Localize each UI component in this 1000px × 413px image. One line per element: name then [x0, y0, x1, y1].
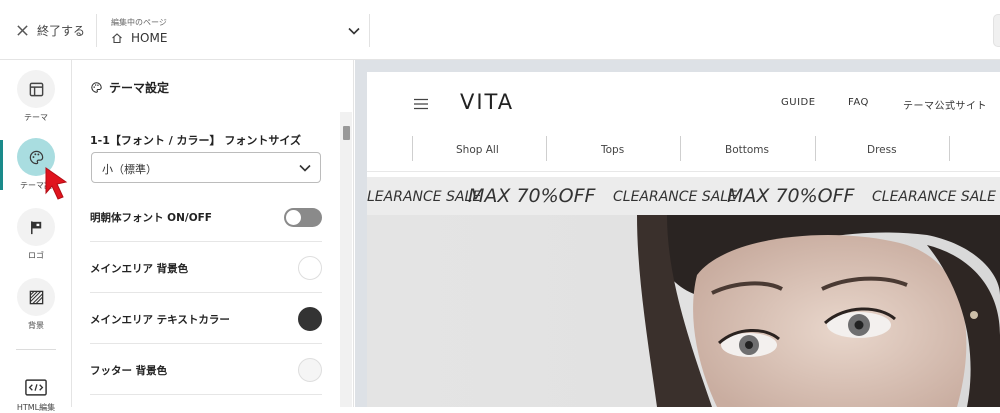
site-logo[interactable]: VITA	[460, 90, 514, 114]
exit-button[interactable]: 終了する	[16, 18, 85, 42]
rail-item-background[interactable]: 背景	[0, 278, 72, 331]
category-divider	[412, 136, 413, 161]
home-icon	[112, 33, 122, 44]
setting-label: メインエリア テキストカラー	[90, 314, 230, 326]
nav-link-faq[interactable]: FAQ	[848, 97, 869, 108]
palette-icon	[91, 82, 102, 93]
page-selector[interactable]: 編集中のページ HOME	[111, 15, 361, 47]
toggle-knob	[286, 210, 301, 225]
rail-label: テーマ	[24, 113, 48, 122]
preview-toggle-button[interactable]	[993, 14, 1000, 47]
category-tops[interactable]: Tops	[601, 144, 624, 156]
rail-item-logo[interactable]: ロゴ	[0, 208, 72, 261]
exit-label: 終了する	[37, 23, 86, 38]
chevron-down-icon	[299, 164, 311, 172]
banner-small-text: CLEARANCE SALE	[872, 189, 996, 205]
setting-row-main-bg-color: メインエリア 背景色	[90, 242, 322, 293]
category-bottoms[interactable]: Bottoms	[725, 144, 769, 156]
top-bar: 終了する 編集中のページ HOME	[0, 0, 1000, 60]
site-preview: VITA GUIDE FAQ テーマ公式サイト Shop All Tops Bo…	[367, 72, 1000, 407]
setting-label: メインエリア 背景色	[90, 263, 189, 275]
category-shop-all[interactable]: Shop All	[456, 144, 499, 156]
theme-settings-panel: テーマ設定 1-1【フォント / カラー】 フォントサイズ 小（標準） 明朝体フ…	[72, 60, 354, 407]
page-selector-value: HOME	[131, 31, 168, 45]
texture-icon	[29, 290, 43, 304]
mincho-font-toggle[interactable]	[284, 208, 322, 227]
setting-row-mincho-font: 明朝体フォント ON/OFF	[90, 191, 322, 242]
layout-icon	[29, 82, 43, 96]
panel-title-text: テーマ設定	[109, 81, 170, 95]
panel-title: テーマ設定	[90, 79, 169, 96]
divider	[369, 14, 370, 47]
font-size-select-value: 小（標準）	[102, 163, 157, 176]
category-dress[interactable]: Dress	[867, 144, 897, 156]
nav-link-guide[interactable]: GUIDE	[781, 97, 816, 108]
divider	[96, 14, 97, 47]
main-text-color-swatch[interactable]	[298, 307, 322, 331]
icon-rail: テーマ テーマ設 ロゴ 背景 HTML編集	[0, 60, 72, 412]
category-divider	[546, 136, 547, 161]
code-icon	[25, 378, 47, 396]
category-divider	[949, 136, 950, 161]
category-divider	[680, 136, 681, 161]
page-selector-caption: 編集中のページ	[111, 18, 167, 27]
close-icon	[17, 24, 28, 36]
setting-row-main-text-color: メインエリア テキストカラー	[90, 293, 322, 344]
banner-large-text: MAX 70%OFF	[468, 185, 596, 207]
rail-item-html-edit[interactable]: HTML編集	[0, 376, 72, 413]
palette-icon	[29, 150, 43, 164]
rail-label: 背景	[28, 321, 44, 330]
nav-link-official-site[interactable]: テーマ公式サイト	[903, 97, 987, 112]
scrollbar-thumb[interactable]	[343, 126, 350, 140]
font-size-label: 1-1【フォント / カラー】 フォントサイズ	[90, 134, 302, 147]
font-size-select[interactable]: 小（標準）	[91, 152, 321, 183]
setting-label: フッター 背景色	[90, 365, 168, 377]
setting-row-footer-bg-color: フッター 背景色	[90, 344, 322, 395]
rail-divider	[16, 349, 56, 350]
flag-icon	[30, 220, 41, 234]
main-bg-color-swatch[interactable]	[298, 256, 322, 280]
scrollbar-track[interactable]	[340, 112, 352, 407]
hero-image	[367, 215, 1000, 407]
setting-label: 明朝体フォント ON/OFF	[90, 212, 212, 224]
hamburger-menu-icon[interactable]	[414, 98, 428, 110]
chevron-down-icon	[348, 27, 360, 35]
category-nav: Shop All Tops Bottoms Dress	[367, 132, 1000, 172]
hero-portrait-image	[637, 215, 1000, 407]
footer-bg-color-swatch[interactable]	[298, 358, 322, 382]
banner-small-text: CLEARANCE SALE	[613, 189, 737, 205]
rail-label: HTML編集	[16, 403, 56, 412]
sale-banner: LEARANCE SALE MAX 70%OFF CLEARANCE SALE …	[367, 177, 1000, 215]
banner-small-text: LEARANCE SALE	[367, 189, 482, 205]
category-divider	[815, 136, 816, 161]
rail-label: ロゴ	[28, 251, 44, 260]
banner-large-text: MAX 70%OFF	[727, 185, 855, 207]
rail-item-theme[interactable]: テーマ	[0, 70, 72, 123]
mouse-cursor-icon	[45, 167, 68, 200]
